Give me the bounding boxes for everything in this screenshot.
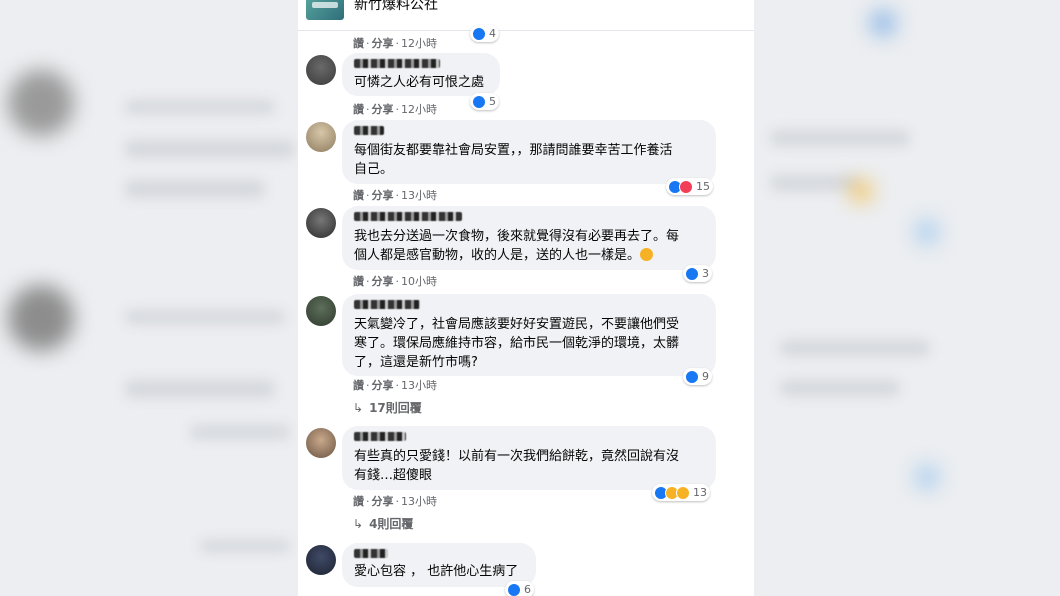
- commenter-name[interactable]: [354, 432, 406, 441]
- blurred-reaction: [915, 220, 939, 244]
- reaction-summary[interactable]: 6: [505, 581, 534, 596]
- comment-meta: 讚 · 分享 · 13小時: [353, 379, 437, 392]
- reply-arrow-icon: ↳: [353, 401, 364, 415]
- blurred-text: [125, 180, 265, 198]
- comment-time[interactable]: 13小時: [401, 379, 437, 392]
- blurred-text: [125, 100, 275, 114]
- sad-face-emoji-icon: [640, 248, 654, 261]
- comment-meta: 讚 · 分享 · 12小時: [353, 37, 437, 50]
- like-link[interactable]: 讚: [353, 379, 364, 392]
- page-avatar[interactable]: [306, 0, 344, 20]
- share-link[interactable]: 分享: [372, 275, 394, 288]
- commenter-name[interactable]: [354, 212, 462, 221]
- reaction-summary[interactable]: 15: [666, 178, 713, 195]
- comment-time[interactable]: 13小時: [401, 495, 437, 508]
- comment-bubble: 我也去分送過一次食物，後來就覺得沒有必要再去了。每 個人都是感官動物，收的人是，…: [342, 206, 716, 270]
- comments-panel: 新竹爆料公社 讚 · 分享 · 12小時 4 可憐之人必有可恨之處 5 讚 · 分享 · 12小…: [298, 0, 754, 596]
- reaction-summary[interactable]: 13: [652, 484, 710, 501]
- comment-bubble: 有些真的只愛錢！以前有一次我們給餅乾，竟然回說有沒 有錢…超傻眼: [342, 426, 716, 490]
- blurred-text: [125, 380, 275, 398]
- commenter-avatar[interactable]: [306, 296, 336, 326]
- blurred-reaction: [870, 10, 896, 36]
- commenter-avatar[interactable]: [306, 428, 336, 458]
- commenter-avatar[interactable]: [306, 122, 336, 152]
- reaction-summary[interactable]: 4: [470, 25, 499, 42]
- page-header: 新竹爆料公社: [298, 0, 754, 31]
- view-replies-link[interactable]: ↳ 17則回覆: [353, 399, 422, 416]
- comment-time[interactable]: 12小時: [401, 37, 437, 50]
- comment-bubble: 愛心包容 ， 也許他心生病了: [342, 543, 536, 587]
- reaction-summary[interactable]: 3: [683, 265, 712, 282]
- comment-time[interactable]: 12小時: [401, 103, 437, 116]
- comment-time[interactable]: 13小時: [401, 189, 437, 202]
- blurred-text: [125, 310, 285, 324]
- like-link[interactable]: 讚: [353, 275, 364, 288]
- comment-text: 愛心包容 ， 也許他心生病了: [354, 564, 519, 579]
- like-link[interactable]: 讚: [353, 189, 364, 202]
- comment-bubble: 天氣變冷了，社會局應該要好好安置遊民，不要讓他們受 寒了。環保局應維持市容，給市…: [342, 294, 716, 376]
- blurred-avatar: [8, 70, 74, 136]
- like-link[interactable]: 讚: [353, 37, 364, 50]
- blurred-reaction: [850, 180, 872, 202]
- reaction-summary[interactable]: 9: [683, 368, 712, 385]
- share-link[interactable]: 分享: [372, 189, 394, 202]
- blurred-reaction: [915, 465, 939, 489]
- comment-time[interactable]: 10小時: [401, 275, 437, 288]
- comment-meta: 讚 · 分享 · 10小時: [353, 275, 437, 288]
- like-reaction-icon: [685, 369, 699, 384]
- commenter-name[interactable]: [354, 300, 420, 309]
- comment-text: 我也去分送過一次食物，後來就覺得沒有必要再去了。每 個人都是感官動物，收的人是，…: [354, 229, 680, 263]
- view-replies-link[interactable]: ↳ 4則回覆: [353, 515, 413, 532]
- comment-meta: 讚 · 分享 · 13小時: [353, 495, 437, 508]
- share-link[interactable]: 分享: [372, 379, 394, 392]
- like-reaction-icon: [472, 26, 486, 41]
- love-reaction-icon: [679, 179, 693, 194]
- like-reaction-icon: [685, 266, 699, 281]
- blurred-text: [125, 140, 295, 158]
- blurred-text: [200, 540, 290, 552]
- comment-meta: 讚 · 分享 · 12小時: [353, 103, 437, 116]
- blurred-avatar: [8, 285, 74, 351]
- commenter-avatar[interactable]: [306, 55, 336, 85]
- blurred-text: [770, 130, 910, 146]
- share-link[interactable]: 分享: [372, 103, 394, 116]
- comment-text: 可憐之人必有可恨之處: [354, 75, 485, 90]
- blurred-text: [780, 340, 930, 356]
- share-link[interactable]: 分享: [372, 37, 394, 50]
- page-name[interactable]: 新竹爆料公社: [354, 0, 438, 14]
- commenter-avatar[interactable]: [306, 545, 336, 575]
- comment-bubble: 每個街友都要靠社會局安置，，那請問誰要幸苦工作養活 自己。: [342, 120, 716, 184]
- commenter-avatar[interactable]: [306, 208, 336, 238]
- comment-text: 有些真的只愛錢！以前有一次我們給餅乾，竟然回說有沒 有錢…超傻眼: [354, 449, 680, 483]
- like-link[interactable]: 讚: [353, 495, 364, 508]
- blurred-text: [770, 175, 860, 191]
- comment-bubble: 可憐之人必有可恨之處: [342, 53, 500, 96]
- commenter-name[interactable]: [354, 126, 384, 135]
- share-link[interactable]: 分享: [372, 495, 394, 508]
- commenter-name[interactable]: [354, 549, 388, 558]
- blurred-text: [780, 380, 900, 396]
- comment-meta: 讚 · 分享 · 13小時: [353, 189, 437, 202]
- comment-text: 每個街友都要靠社會局安置，，那請問誰要幸苦工作養活 自己。: [354, 143, 673, 177]
- commenter-name[interactable]: [354, 59, 440, 68]
- blurred-text: [190, 425, 290, 439]
- haha-reaction-icon: [676, 485, 690, 500]
- like-reaction-icon: [472, 94, 486, 109]
- like-link[interactable]: 讚: [353, 103, 364, 116]
- reply-arrow-icon: ↳: [353, 517, 364, 531]
- comment-text: 天氣變冷了，社會局應該要好好安置遊民，不要讓他們受 寒了。環保局應維持市容，給市…: [354, 317, 680, 370]
- reaction-summary[interactable]: 5: [470, 93, 499, 110]
- like-reaction-icon: [507, 582, 521, 596]
